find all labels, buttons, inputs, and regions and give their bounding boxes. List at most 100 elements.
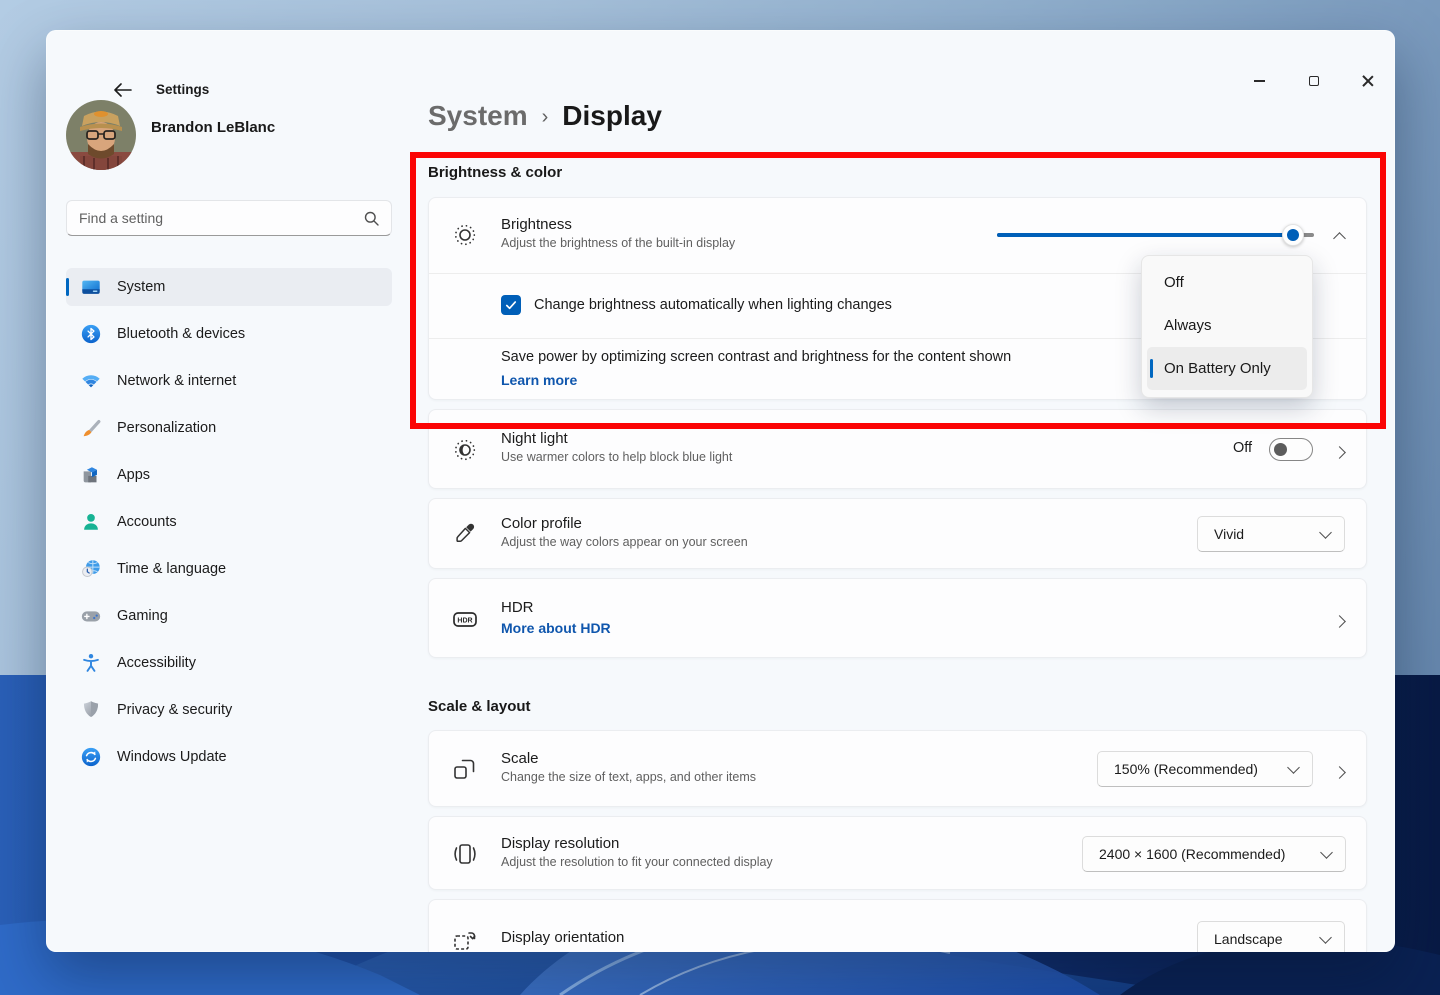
back-arrow-icon <box>112 82 132 98</box>
night-light-icon <box>452 437 478 463</box>
eyedropper-icon <box>452 521 478 547</box>
sidebar-item-personalization[interactable]: Personalization <box>66 409 392 447</box>
chevron-right-icon <box>1333 766 1346 779</box>
sidebar-item-system[interactable]: System <box>66 268 392 306</box>
hdr-icon: HDR <box>452 606 478 632</box>
sidebar-item-time-language[interactable]: Time & language <box>66 550 392 588</box>
hdr-card[interactable]: HDR HDR More about HDR <box>428 578 1367 658</box>
sidebar-item-privacy-security[interactable]: Privacy & security <box>66 691 392 729</box>
night-light-chevron <box>1335 444 1344 462</box>
sidebar-item-apps[interactable]: Apps <box>66 456 392 494</box>
scale-icon <box>452 756 478 782</box>
back-button[interactable] <box>106 76 138 104</box>
sidebar-item-label: Gaming <box>117 608 168 624</box>
checkmark-icon <box>504 298 518 312</box>
display-resolution-title: Display resolution <box>501 835 773 852</box>
settings-window: Settings Brandon LeBlanc Find a setting <box>46 30 1395 952</box>
color-profile-title: Color profile <box>501 515 748 532</box>
night-light-card[interactable]: Night light Use warmer colors to help bl… <box>428 409 1367 489</box>
night-light-state: Off <box>1233 440 1252 456</box>
gamepad-icon <box>79 604 103 628</box>
scale-value: 150% (Recommended) <box>1114 761 1258 777</box>
slider-fill <box>997 233 1293 237</box>
brightness-icon <box>452 222 478 248</box>
update-icon <box>79 745 103 769</box>
paintbrush-icon <box>79 416 103 440</box>
apps-icon <box>79 463 103 487</box>
sidebar-item-label: Privacy & security <box>117 702 232 718</box>
content-brightness-flyout: Off Always On Battery Only <box>1141 255 1313 398</box>
brightness-title: Brightness <box>501 216 735 233</box>
sidebar-item-network-internet[interactable]: Network & internet <box>66 362 392 400</box>
sidebar-nav: System Bluetooth & devices Network & int… <box>66 268 392 785</box>
maximize-button[interactable] <box>1291 66 1337 96</box>
display-resolution-value: 2400 × 1600 (Recommended) <box>1099 846 1285 862</box>
sidebar-item-label: Apps <box>117 467 150 483</box>
sidebar-item-label: Personalization <box>117 420 216 436</box>
flyout-option-off[interactable]: Off <box>1147 261 1307 304</box>
color-profile-dropdown[interactable]: Vivid <box>1197 516 1345 552</box>
avatar[interactable] <box>66 100 136 170</box>
shield-icon <box>79 698 103 722</box>
time-language-icon <box>79 557 103 581</box>
sidebar-item-gaming[interactable]: Gaming <box>66 597 392 635</box>
chevron-down-icon <box>1319 526 1332 539</box>
display-orientation-title: Display orientation <box>501 929 624 946</box>
sidebar-item-label: Windows Update <box>117 749 227 765</box>
display-orientation-card: Display orientation Landscape <box>428 899 1367 952</box>
hdr-title: HDR <box>501 599 611 616</box>
sidebar-item-accessibility[interactable]: Accessibility <box>66 644 392 682</box>
flyout-option-always[interactable]: Always <box>1147 304 1307 347</box>
scale-card[interactable]: Scale Change the size of text, apps, and… <box>428 730 1367 807</box>
sidebar-item-label: Bluetooth & devices <box>117 326 245 342</box>
chevron-down-icon <box>1319 931 1332 944</box>
brightness-expander[interactable] <box>1335 230 1344 248</box>
night-light-title: Night light <box>501 430 732 447</box>
toggle-knob <box>1274 443 1287 456</box>
breadcrumb: System › Display <box>428 100 662 132</box>
sidebar-item-accounts[interactable]: Accounts <box>66 503 392 541</box>
hdr-badge-text: HDR <box>457 618 472 625</box>
more-about-hdr-link[interactable]: More about HDR <box>501 620 611 636</box>
brightness-subtitle: Adjust the brightness of the built-in di… <box>501 236 735 250</box>
slider-thumb[interactable] <box>1282 224 1304 246</box>
sidebar-item-bluetooth-devices[interactable]: Bluetooth & devices <box>66 315 392 353</box>
save-power-text: Save power by optimizing screen contrast… <box>501 349 1011 365</box>
avatar-image <box>66 100 136 170</box>
sidebar-item-windows-update[interactable]: Windows Update <box>66 738 392 776</box>
scale-chevron <box>1335 764 1344 782</box>
sidebar-item-label: Network & internet <box>117 373 236 389</box>
maximize-icon <box>1309 76 1319 86</box>
display-orientation-dropdown[interactable]: Landscape <box>1197 921 1345 952</box>
display-resolution-card: Display resolution Adjust the resolution… <box>428 816 1367 890</box>
display-orientation-value: Landscape <box>1214 931 1283 947</box>
chevron-right-icon <box>1333 615 1346 628</box>
brightness-slider[interactable] <box>997 224 1314 246</box>
scale-title: Scale <box>501 750 756 767</box>
color-profile-subtitle: Adjust the way colors appear on your scr… <box>501 535 748 549</box>
display-resolution-dropdown[interactable]: 2400 × 1600 (Recommended) <box>1082 836 1346 872</box>
display-resolution-icon <box>452 841 478 867</box>
minimize-button[interactable] <box>1236 66 1282 96</box>
auto-brightness-label: Change brightness automatically when lig… <box>534 297 892 313</box>
sidebar-item-label: Time & language <box>117 561 226 577</box>
learn-more-link[interactable]: Learn more <box>501 372 577 388</box>
chevron-up-icon <box>1333 232 1346 245</box>
scale-subtitle: Change the size of text, apps, and other… <box>501 770 756 784</box>
search-icon <box>364 211 379 226</box>
search-input[interactable]: Find a setting <box>66 200 392 236</box>
sidebar-item-label: Accessibility <box>117 655 196 671</box>
auto-brightness-checkbox[interactable] <box>501 295 521 315</box>
breadcrumb-system[interactable]: System <box>428 100 528 132</box>
sidebar-item-label: Accounts <box>117 514 177 530</box>
app-title: Settings <box>156 82 209 97</box>
night-light-toggle[interactable] <box>1269 438 1313 461</box>
accounts-icon <box>79 510 103 534</box>
profile-name: Brandon LeBlanc <box>151 119 275 136</box>
flyout-option-on-battery-only[interactable]: On Battery Only <box>1147 347 1307 390</box>
close-icon <box>1362 75 1374 87</box>
display-orientation-icon <box>452 928 478 952</box>
chevron-down-icon <box>1320 846 1333 859</box>
close-button[interactable] <box>1345 66 1391 96</box>
scale-dropdown[interactable]: 150% (Recommended) <box>1097 751 1313 787</box>
